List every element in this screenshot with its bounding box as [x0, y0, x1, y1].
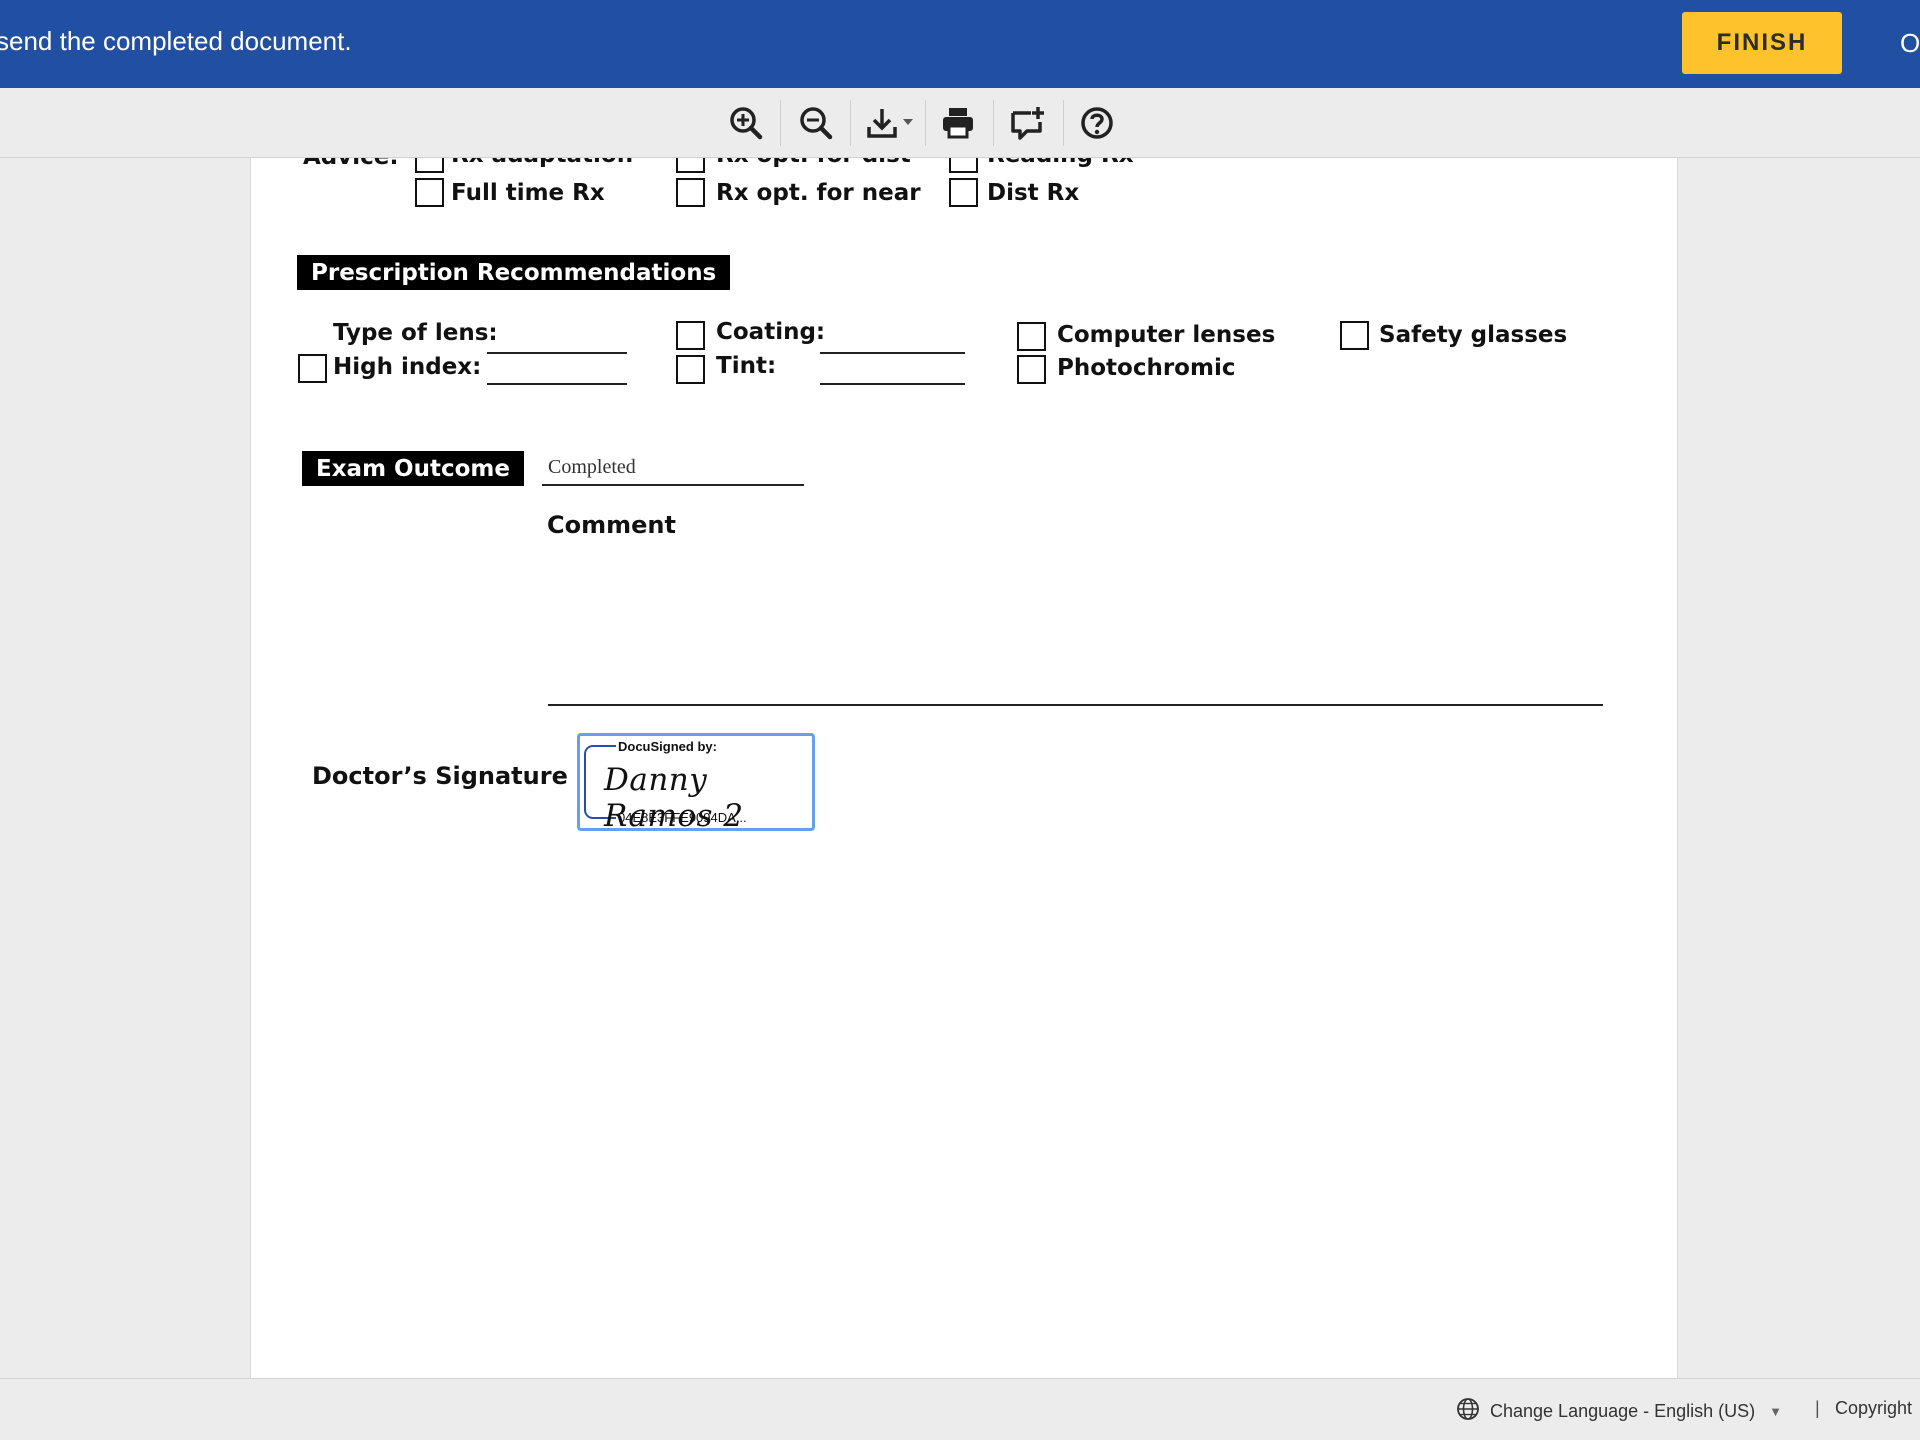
- photochromic-label: Photochromic: [1057, 355, 1236, 381]
- toolbar-divider: [780, 100, 781, 146]
- checkbox-full-time-rx[interactable]: [415, 178, 444, 207]
- checkbox-dist-rx[interactable]: [949, 178, 978, 207]
- document-toolbar: [0, 88, 1920, 158]
- prescription-heading: Prescription Recommendations: [297, 255, 731, 290]
- checkbox-rx-opt-near[interactable]: [676, 178, 705, 207]
- comment-line[interactable]: [548, 704, 1603, 706]
- action-banner: send the completed document. FINISH O: [0, 0, 1920, 88]
- toolbar-divider: [993, 100, 994, 146]
- toolbar-divider: [850, 100, 851, 146]
- add-comment-button[interactable]: [1002, 98, 1054, 148]
- copyright-link[interactable]: Copyright: [1835, 1398, 1912, 1419]
- full-time-rx-label: Full time Rx: [451, 180, 605, 206]
- coating-label: Coating:: [716, 319, 826, 345]
- finish-button[interactable]: FINISH: [1682, 12, 1842, 74]
- footer-separator: |: [1815, 1398, 1820, 1418]
- tint-field[interactable]: [820, 383, 965, 385]
- document-viewer[interactable]: Advice: Rx adaptation Rx opt. for dist R…: [0, 158, 1920, 1378]
- coating-field[interactable]: [820, 352, 965, 354]
- checkbox-high-index[interactable]: [298, 354, 327, 383]
- checkbox-tint[interactable]: [676, 355, 705, 384]
- add-comment-icon: [1009, 105, 1047, 141]
- checkbox-safety-glasses[interactable]: [1340, 321, 1369, 350]
- checkbox-computer-lenses[interactable]: [1017, 322, 1046, 351]
- signature-field[interactable]: DocuSigned by: Danny Ramos 2 04E8E3FFE90…: [577, 733, 815, 834]
- rx-opt-dist-label: Rx opt. for dist: [716, 158, 911, 168]
- toolbar-divider: [925, 100, 926, 146]
- help-icon: [1079, 105, 1115, 141]
- download-icon: [865, 105, 915, 141]
- signature-id: 04E8E3FFE9094DA...: [618, 810, 747, 825]
- change-language-label: Change Language - English (US): [1490, 1401, 1756, 1421]
- safety-glasses-label: Safety glasses: [1379, 322, 1568, 348]
- exam-outcome-value[interactable]: Completed: [548, 456, 636, 479]
- zoom-out-button[interactable]: [790, 98, 842, 148]
- footer-bar: Change Language - English (US) ▼ | Copyr…: [0, 1378, 1920, 1440]
- print-button[interactable]: [932, 98, 984, 148]
- comment-label: Comment: [547, 511, 676, 539]
- zoom-in-icon: [728, 105, 764, 141]
- rx-opt-near-label: Rx opt. for near: [716, 180, 921, 206]
- zoom-in-button[interactable]: [720, 98, 772, 148]
- high-index-field[interactable]: [487, 383, 627, 385]
- advice-label: Advice:: [303, 158, 399, 170]
- checkbox-rx-opt-dist[interactable]: [676, 158, 705, 173]
- other-actions-button[interactable]: O: [1900, 28, 1920, 59]
- download-button[interactable]: [860, 98, 920, 148]
- checkbox-photochromic[interactable]: [1017, 355, 1046, 384]
- tint-label: Tint:: [716, 353, 777, 379]
- docusigned-by-label: DocuSigned by:: [618, 739, 717, 754]
- doctor-signature-label: Doctor’s Signature: [312, 762, 568, 790]
- exam-outcome-underline: [542, 484, 804, 486]
- exam-outcome-heading: Exam Outcome: [302, 451, 524, 486]
- checkbox-reading-rx[interactable]: [949, 158, 978, 173]
- dist-rx-label: Dist Rx: [987, 180, 1080, 206]
- reading-rx-label: Reading Rx: [987, 158, 1134, 168]
- banner-message: send the completed document.: [0, 26, 352, 56]
- help-button[interactable]: [1071, 98, 1123, 148]
- rx-adaptation-label: Rx adaptation: [451, 158, 633, 168]
- computer-lenses-label: Computer lenses: [1057, 322, 1276, 348]
- chevron-down-icon: ▼: [1769, 1404, 1783, 1419]
- type-of-lens-field[interactable]: [487, 352, 627, 354]
- change-language-button[interactable]: Change Language - English (US) ▼: [1456, 1397, 1782, 1426]
- globe-icon: [1456, 1397, 1480, 1426]
- toolbar-divider: [1063, 100, 1064, 146]
- high-index-label: High index:: [333, 354, 482, 380]
- type-of-lens-label: Type of lens:: [333, 320, 498, 346]
- checkbox-rx-adaptation[interactable]: [415, 158, 444, 173]
- checkbox-coating[interactable]: [676, 321, 705, 350]
- zoom-out-icon: [798, 105, 834, 141]
- document-page: Advice: Rx adaptation Rx opt. for dist R…: [250, 158, 1678, 1378]
- print-icon: [940, 105, 976, 141]
